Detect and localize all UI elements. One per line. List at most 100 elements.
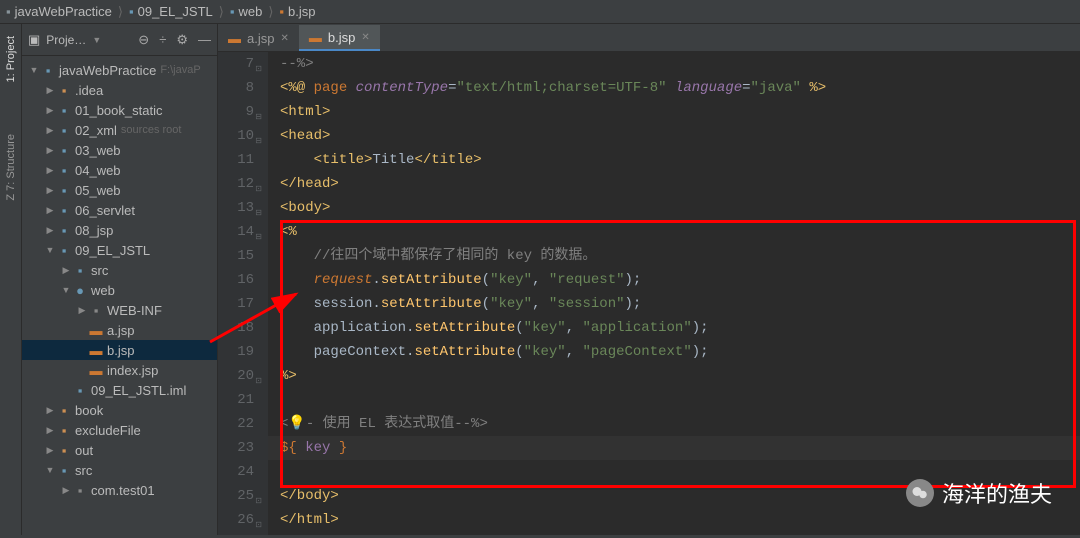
gutter-line[interactable]: 8 bbox=[218, 76, 254, 100]
gutter-line[interactable]: 22 bbox=[218, 412, 254, 436]
tree-node--idea[interactable]: ▶▪.idea bbox=[22, 80, 217, 100]
fold-open-icon[interactable]: ⊟ bbox=[252, 130, 262, 140]
code-line-9[interactable]: <html> bbox=[268, 100, 1080, 124]
code-line-13[interactable]: <body> bbox=[268, 196, 1080, 220]
tree-arrow-icon[interactable]: ▶ bbox=[44, 125, 56, 136]
fold-close-icon[interactable]: ⊡ bbox=[252, 490, 262, 500]
tree-arrow-icon[interactable]: ▼ bbox=[60, 285, 72, 295]
tree-node-09-el-jstl[interactable]: ▼▪09_EL_JSTL bbox=[22, 240, 217, 260]
gutter-line[interactable]: 9⊟ bbox=[218, 100, 254, 124]
code-line-20[interactable]: %> bbox=[268, 364, 1080, 388]
tree-arrow-icon[interactable]: ▶ bbox=[76, 305, 88, 316]
fold-close-icon[interactable]: ⊡ bbox=[252, 178, 262, 188]
tree-node-09-el-jstl-iml[interactable]: ▪09_EL_JSTL.iml bbox=[22, 380, 217, 400]
gutter-line[interactable]: 18 bbox=[218, 316, 254, 340]
tree-node-04-web[interactable]: ▶▪04_web bbox=[22, 160, 217, 180]
breadcrumb-item-1[interactable]: ▪09_EL_JSTL bbox=[129, 4, 213, 19]
collapse-icon[interactable]: ⊖ bbox=[138, 32, 149, 48]
tree-node-excludefile[interactable]: ▶▪excludeFile bbox=[22, 420, 217, 440]
code-editor[interactable]: 7⊡89⊟10⊟1112⊡13⊟14⊟151617181920⊡21222324… bbox=[218, 52, 1080, 535]
gutter-line[interactable]: 17 bbox=[218, 292, 254, 316]
gutter-line[interactable]: 25⊡ bbox=[218, 484, 254, 508]
code-line-8[interactable]: <%@ page contentType="text/html;charset=… bbox=[268, 76, 1080, 100]
tree-arrow-icon[interactable]: ▶ bbox=[44, 425, 56, 436]
fold-close-icon[interactable]: ⊡ bbox=[252, 514, 262, 524]
code-line-11[interactable]: <title>Title</title> bbox=[268, 148, 1080, 172]
editor-tab-a-jsp[interactable]: ▬a.jsp✕ bbox=[218, 25, 299, 51]
code-line-14[interactable]: <% bbox=[268, 220, 1080, 244]
tree-arrow-icon[interactable]: ▶ bbox=[44, 405, 56, 416]
breadcrumb-item-2[interactable]: ▪web bbox=[230, 4, 262, 19]
tree-arrow-icon[interactable]: ▼ bbox=[28, 65, 40, 75]
gutter-line[interactable]: 24 bbox=[218, 460, 254, 484]
fold-close-icon[interactable]: ⊡ bbox=[252, 58, 262, 68]
tree-arrow-icon[interactable]: ▶ bbox=[44, 445, 56, 456]
fold-open-icon[interactable]: ⊟ bbox=[252, 202, 262, 212]
code-line-21[interactable] bbox=[268, 388, 1080, 412]
gutter-line[interactable]: 21 bbox=[218, 388, 254, 412]
tree-arrow-icon[interactable]: ▶ bbox=[44, 205, 56, 216]
tree-node-05-web[interactable]: ▶▪05_web bbox=[22, 180, 217, 200]
tree-arrow-icon[interactable]: ▼ bbox=[44, 245, 56, 255]
tree-node-src[interactable]: ▶▪src bbox=[22, 260, 217, 280]
intention-bulb-icon[interactable]: 💡 bbox=[288, 416, 305, 432]
tree-node-01-book-static[interactable]: ▶▪01_book_static bbox=[22, 100, 217, 120]
tree-node-06-servlet[interactable]: ▶▪06_servlet bbox=[22, 200, 217, 220]
gutter-line[interactable]: 20⊡ bbox=[218, 364, 254, 388]
tree-node-book[interactable]: ▶▪book bbox=[22, 400, 217, 420]
gutter-line[interactable]: 7⊡ bbox=[218, 52, 254, 76]
gutter-line[interactable]: 14⊟ bbox=[218, 220, 254, 244]
code-line-16[interactable]: request.setAttribute("key", "request"); bbox=[268, 268, 1080, 292]
tree-arrow-icon[interactable]: ▶ bbox=[44, 165, 56, 176]
tree-node-08-jsp[interactable]: ▶▪08_jsp bbox=[22, 220, 217, 240]
gutter-line[interactable]: 13⊟ bbox=[218, 196, 254, 220]
tree-node-b-jsp[interactable]: ▬b.jsp bbox=[22, 340, 217, 360]
tree-arrow-icon[interactable]: ▶ bbox=[44, 85, 56, 96]
tree-arrow-icon[interactable]: ▶ bbox=[44, 145, 56, 156]
divide-icon[interactable]: ÷ bbox=[159, 32, 166, 48]
code-line-18[interactable]: application.setAttribute("key", "applica… bbox=[268, 316, 1080, 340]
tree-arrow-icon[interactable]: ▶ bbox=[44, 185, 56, 196]
code-line-17[interactable]: session.setAttribute("key", "session"); bbox=[268, 292, 1080, 316]
close-icon[interactable]: ✕ bbox=[361, 32, 369, 43]
project-tree[interactable]: ▼▪javaWebPracticeF:\javaP▶▪.idea▶▪01_boo… bbox=[22, 56, 217, 535]
project-dropdown-icon[interactable]: ▼ bbox=[92, 35, 101, 45]
code-line-15[interactable]: //往四个域中都保存了相同的 key 的数据。 bbox=[268, 244, 1080, 268]
tree-node-javawebpractice[interactable]: ▼▪javaWebPracticeF:\javaP bbox=[22, 60, 217, 80]
code-line-12[interactable]: </head> bbox=[268, 172, 1080, 196]
code-line-7[interactable]: --%> bbox=[268, 52, 1080, 76]
gutter-line[interactable]: 12⊡ bbox=[218, 172, 254, 196]
tree-node-02-xml[interactable]: ▶▪02_xmlsources root bbox=[22, 120, 217, 140]
tree-arrow-icon[interactable]: ▶ bbox=[60, 265, 72, 276]
gutter-line[interactable]: 15 bbox=[218, 244, 254, 268]
breadcrumb-item-3[interactable]: ▪b.jsp bbox=[279, 4, 315, 19]
editor-tab-b-jsp[interactable]: ▬b.jsp✕ bbox=[299, 25, 380, 51]
tree-node-src[interactable]: ▼▪src bbox=[22, 460, 217, 480]
gutter-line[interactable]: 11 bbox=[218, 148, 254, 172]
gutter-line[interactable]: 19 bbox=[218, 340, 254, 364]
code-line-10[interactable]: <head> bbox=[268, 124, 1080, 148]
gear-icon[interactable]: ⚙ bbox=[176, 32, 188, 48]
code-body[interactable]: --%><%@ page contentType="text/html;char… bbox=[268, 52, 1080, 535]
gutter-line[interactable]: 10⊟ bbox=[218, 124, 254, 148]
close-icon[interactable]: ✕ bbox=[280, 33, 288, 44]
tree-arrow-icon[interactable]: ▶ bbox=[60, 485, 72, 496]
tree-arrow-icon[interactable]: ▶ bbox=[44, 105, 56, 116]
tree-node-03-web[interactable]: ▶▪03_web bbox=[22, 140, 217, 160]
gutter-line[interactable]: 23 bbox=[218, 436, 254, 460]
sidebar-tab-0[interactable]: 1: Project bbox=[3, 30, 19, 88]
tree-node-com-test01[interactable]: ▶▪com.test01 bbox=[22, 480, 217, 500]
code-line-19[interactable]: pageContext.setAttribute("key", "pageCon… bbox=[268, 340, 1080, 364]
gutter-line[interactable]: 16 bbox=[218, 268, 254, 292]
code-line-26[interactable]: </html> bbox=[268, 508, 1080, 532]
fold-open-icon[interactable]: ⊟ bbox=[252, 226, 262, 236]
fold-close-icon[interactable]: ⊡ bbox=[252, 370, 262, 380]
tree-node-web-inf[interactable]: ▶▪WEB-INF bbox=[22, 300, 217, 320]
tree-node-out[interactable]: ▶▪out bbox=[22, 440, 217, 460]
code-line-22[interactable]: <💡- 使用 EL 表达式取值--%> bbox=[268, 412, 1080, 436]
hide-icon[interactable]: — bbox=[198, 32, 211, 48]
code-line-23[interactable]: ${ key } bbox=[268, 436, 1080, 460]
tree-arrow-icon[interactable]: ▼ bbox=[44, 465, 56, 475]
fold-open-icon[interactable]: ⊟ bbox=[252, 106, 262, 116]
tree-node-web[interactable]: ▼●web bbox=[22, 280, 217, 300]
